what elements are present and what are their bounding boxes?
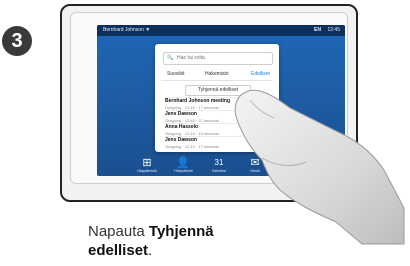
caption-bold-1: Tyhjennä xyxy=(148,223,214,240)
instruction-caption: Napauta Tyhjennä edelliset. xyxy=(88,222,214,260)
caption-bold-2: edelliset xyxy=(88,242,149,259)
caption-suffix: . xyxy=(148,242,153,259)
caption-prefix: Napauta xyxy=(88,223,149,240)
